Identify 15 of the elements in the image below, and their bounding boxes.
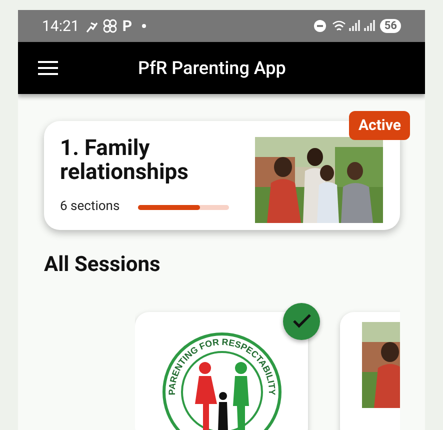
status-badge: Active xyxy=(349,111,410,140)
notification-letter: P xyxy=(122,16,132,37)
menu-icon[interactable] xyxy=(38,60,58,76)
session-title: 1. Family relationships xyxy=(60,137,190,186)
fan-icon xyxy=(103,18,118,33)
battery-level: 56 xyxy=(380,18,401,33)
wifi-icon xyxy=(332,20,346,32)
signal-icon xyxy=(364,20,376,32)
section-heading: All Sessions xyxy=(44,252,162,280)
do-not-disturb-icon xyxy=(314,20,326,32)
app-title: PfR Parenting App xyxy=(138,56,286,81)
check-icon xyxy=(292,313,312,330)
sections-count: 6 sections xyxy=(60,198,120,216)
signal-icon xyxy=(349,20,362,32)
clock: 14:21 xyxy=(42,16,80,37)
